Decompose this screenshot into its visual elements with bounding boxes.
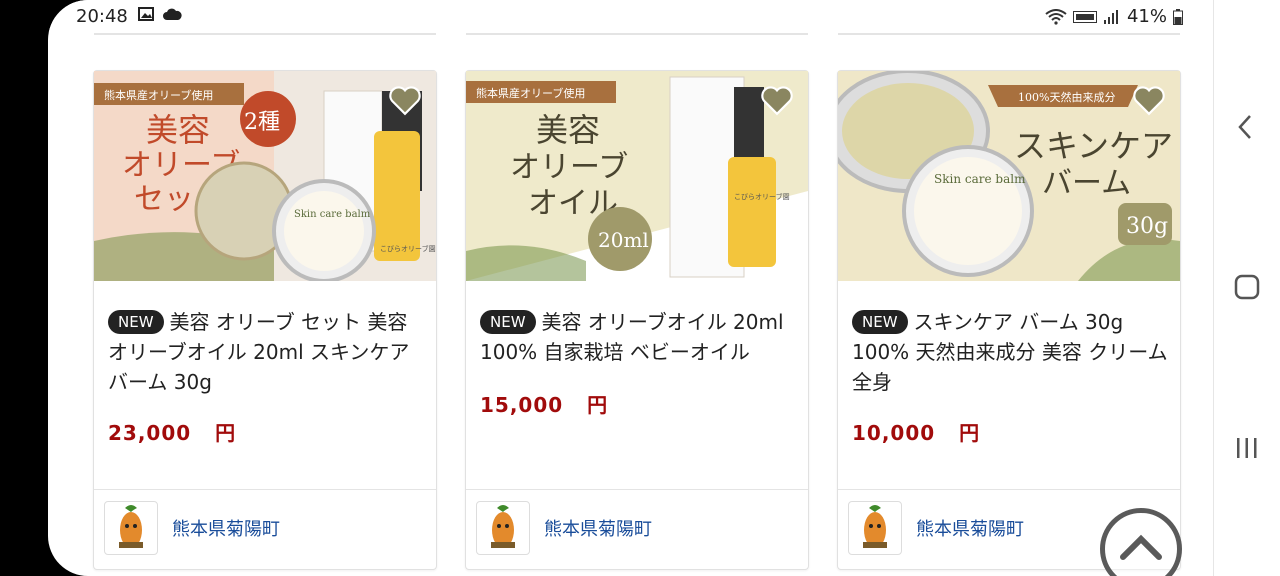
gallery-icon <box>138 7 154 21</box>
svg-text:こびらオリーブ園: こびらオリーブ園 <box>380 244 436 253</box>
status-time: 20:48 <box>76 6 128 27</box>
product-title[interactable]: NEW 美容 オリーブ セット 美容オリーブオイル 20ml スキンケアバーム 3… <box>108 307 424 397</box>
divider <box>94 489 436 490</box>
new-badge: NEW <box>852 310 908 334</box>
screen: 20:48 41% 熊本県産オリーブ使用 美容 オリーブ セット 2種 こびらオ… <box>48 0 1213 576</box>
shop-link[interactable]: 熊本県菊陽町 <box>848 501 1024 555</box>
product-price: 15,000 円 <box>480 393 609 417</box>
shop-link[interactable]: 熊本県菊陽町 <box>104 501 280 555</box>
product-image[interactable]: 100%天然由来成分 スキンケア バーム 30g Skin care balm <box>838 71 1180 281</box>
signal-icon <box>1103 9 1118 24</box>
shop-name: 熊本県菊陽町 <box>916 519 1024 540</box>
divider <box>838 489 1180 490</box>
divider <box>466 33 808 35</box>
svg-text:2種: 2種 <box>244 110 280 135</box>
shop-mascot-icon <box>848 501 902 555</box>
battery-percent: 41% <box>1126 6 1167 27</box>
product-image[interactable]: 熊本県産オリーブ使用 美容 オリーブ セット 2種 こびらオリーブ園 Skin … <box>94 71 436 281</box>
svg-text:20ml: 20ml <box>598 228 649 252</box>
svg-text:100%天然由来成分: 100%天然由来成分 <box>1018 90 1115 104</box>
favorite-heart-icon[interactable] <box>1132 83 1166 117</box>
divider <box>838 33 1180 35</box>
svg-text:美容: 美容 <box>536 111 600 149</box>
product-price: 23,000 円 <box>108 421 237 445</box>
divider <box>94 33 436 35</box>
chevron-up-icon <box>1120 534 1162 560</box>
favorite-heart-icon[interactable] <box>760 83 794 117</box>
cloud-icon <box>163 8 182 20</box>
battery-icon <box>1173 8 1183 25</box>
product-price: 10,000 円 <box>852 421 981 445</box>
divider <box>466 489 808 490</box>
product-card[interactable]: 熊本県産オリーブ使用 美容 オリーブ セット 2種 こびらオリーブ園 Skin … <box>93 70 437 570</box>
product-image[interactable]: 熊本県産オリーブ使用 美容 オリーブ オイル 20ml こびらオリーブ園 <box>466 71 808 281</box>
svg-text:バーム: バーム <box>1042 166 1131 201</box>
svg-text:熊本県産オリーブ使用: 熊本県産オリーブ使用 <box>104 88 213 102</box>
product-card[interactable]: 100%天然由来成分 スキンケア バーム 30g Skin care balm … <box>837 70 1181 570</box>
svg-text:熊本県産オリーブ使用: 熊本県産オリーブ使用 <box>476 86 585 100</box>
svg-text:こびらオリーブ園: こびらオリーブ園 <box>734 192 790 201</box>
svg-text:Skin care balm: Skin care balm <box>934 172 1026 186</box>
back-icon[interactable] <box>1236 112 1256 142</box>
status-bar: 20:48 41% <box>48 0 1213 32</box>
favorite-heart-icon[interactable] <box>388 83 422 117</box>
recent-apps-icon[interactable] <box>1234 436 1260 460</box>
svg-text:オリーブ: オリーブ <box>510 150 628 185</box>
product-card[interactable]: 熊本県産オリーブ使用 美容 オリーブ オイル 20ml こびらオリーブ園 NEW… <box>465 70 809 570</box>
shop-mascot-icon <box>476 501 530 555</box>
scroll-to-top-button[interactable] <box>1100 508 1182 576</box>
product-title[interactable]: NEW スキンケア バーム 30g 100% 天然由来成分 美容 クリーム 全身 <box>852 307 1168 397</box>
product-title[interactable]: NEW 美容 オリーブオイル 20ml 100% 自家栽培 ベビーオイル <box>480 307 796 367</box>
shop-name: 熊本県菊陽町 <box>172 519 280 540</box>
svg-text:Skin care balm: Skin care balm <box>294 209 371 220</box>
svg-text:美容: 美容 <box>146 111 210 149</box>
home-icon[interactable] <box>1234 274 1260 300</box>
volte-icon <box>1072 10 1097 23</box>
new-badge: NEW <box>480 310 536 334</box>
shop-link[interactable]: 熊本県菊陽町 <box>476 501 652 555</box>
wifi-icon <box>1045 8 1067 25</box>
shop-mascot-icon <box>104 501 158 555</box>
shop-name: 熊本県菊陽町 <box>544 519 652 540</box>
new-badge: NEW <box>108 310 164 334</box>
svg-text:30g: 30g <box>1126 214 1168 239</box>
svg-text:スキンケア: スキンケア <box>1014 127 1173 165</box>
system-navigation-bar <box>1213 0 1280 576</box>
